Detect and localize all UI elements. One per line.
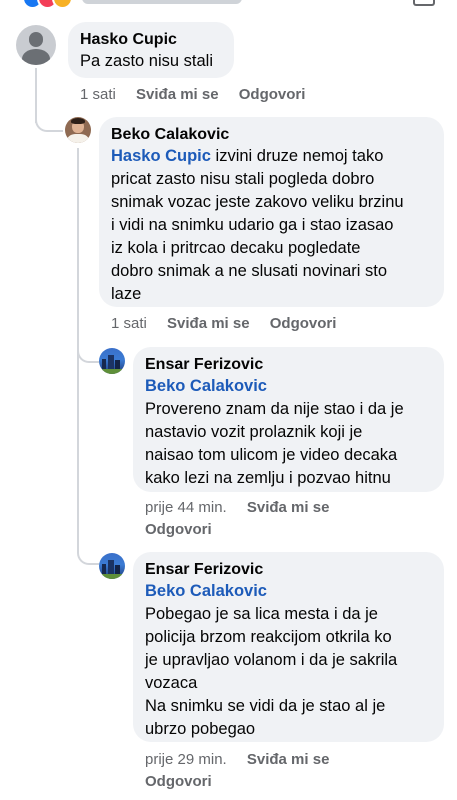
comment-line: naisao tom ulicom je video decaka xyxy=(145,446,398,464)
mention-link[interactable]: Beko Calakovic xyxy=(145,580,432,603)
reply-button[interactable]: Odgovori xyxy=(239,86,306,103)
comment-actions-row2: Odgovori xyxy=(145,771,212,793)
comment-line: ubrzo pobegao xyxy=(145,720,256,738)
comment-actions: prije 44 min. Sviđa mi se xyxy=(145,497,329,519)
comment-author[interactable]: Ensar Ferizovic xyxy=(145,354,432,375)
thread-connector-reply-1 xyxy=(35,110,63,132)
comment-time[interactable]: prije 29 min. xyxy=(145,751,227,768)
comment-author[interactable]: Beko Calakovic xyxy=(111,124,432,145)
comment-line: vozaca xyxy=(145,674,198,692)
thread-connector-reply-2 xyxy=(77,345,99,363)
comment-line: nastavio vozit prolaznik koji je xyxy=(145,423,363,441)
like-button[interactable]: Sviđa mi se xyxy=(136,86,219,103)
like-button[interactable]: Sviđa mi se xyxy=(247,751,330,768)
like-button[interactable]: Sviđa mi se xyxy=(167,315,250,332)
comment-text: Provereno znam da nije stao i da je nast… xyxy=(145,398,432,490)
reaction-haha-icon xyxy=(52,0,73,9)
city-photo-avatar[interactable] xyxy=(99,553,125,579)
mention-link[interactable]: Hasko Cupic xyxy=(111,147,211,165)
default-avatar-icon[interactable] xyxy=(16,25,56,65)
comment-time[interactable]: 1 sati xyxy=(80,86,116,103)
comment-line: izvini druze nemoj tako xyxy=(210,147,384,165)
reaction-summary xyxy=(82,0,242,4)
reaction-icons[interactable] xyxy=(22,0,73,9)
comment-line: i vidi na snimku udario ga i stao izasao xyxy=(111,216,394,234)
comment-line: pricat zasto nisu stali pogleda dobro xyxy=(111,170,375,188)
comment-bubble: Hasko Cupic Pa zasto nisu stali xyxy=(68,22,234,78)
top-reaction-bar xyxy=(0,0,457,10)
comment-line: Na snimku se vidi da je stao al je xyxy=(145,697,386,715)
comment-line: Provereno znam da nije stao i da je xyxy=(145,400,404,418)
mention-link[interactable]: Beko Calakovic xyxy=(145,375,432,398)
comment-line: je upravljao volanom i da je sakrila xyxy=(145,651,398,669)
comment-text: Hasko Cupic izvini druze nemoj tako pric… xyxy=(111,145,432,306)
comment-line: policija brzom reakcijom otkrila ko xyxy=(145,628,392,646)
profile-photo-avatar[interactable] xyxy=(65,117,91,143)
like-button[interactable]: Sviđa mi se xyxy=(247,499,330,516)
comment-line: dobro snimak a ne slusati novinari sto xyxy=(111,262,388,280)
thread-connector-reply-3 xyxy=(77,545,99,565)
comment-bubble: Ensar Ferizovic Beko Calakovic Provereno… xyxy=(133,347,444,492)
comment-line: snimak vozac jeste zakovo veliku brzinu xyxy=(111,193,404,211)
comment-time[interactable]: 1 sati xyxy=(111,315,147,332)
comment-text: Pa zasto nisu stali xyxy=(80,52,213,70)
reply-button[interactable]: Odgovori xyxy=(145,521,212,538)
comment-bubble: Beko Calakovic Hasko Cupic izvini druze … xyxy=(99,117,444,307)
comment-line: kako lezi na zemlju i pozvao hitnu xyxy=(145,469,391,487)
comment-actions-row2: Odgovori xyxy=(145,519,212,541)
city-photo-avatar[interactable] xyxy=(99,348,125,374)
comment-bubble: Ensar Ferizovic Beko Calakovic Pobegao j… xyxy=(133,552,444,742)
comment-actions: 1 sati Sviđa mi se Odgovori xyxy=(80,84,305,106)
reply-button[interactable]: Odgovori xyxy=(270,315,337,332)
comment-line: Pobegao je sa lica mesta i da je xyxy=(145,605,378,623)
comment-actions: prije 29 min. Sviđa mi se xyxy=(145,749,329,771)
comment-author[interactable]: Ensar Ferizovic xyxy=(145,559,432,580)
comment-line: laze xyxy=(111,285,142,303)
comment-actions: 1 sati Sviđa mi se Odgovori xyxy=(111,313,336,335)
comment-author[interactable]: Hasko Cupic xyxy=(80,29,222,50)
comment-time[interactable]: prije 44 min. xyxy=(145,499,227,516)
share-icon[interactable] xyxy=(413,0,435,6)
comment-text: Pobegao je sa lica mesta i da je policij… xyxy=(145,603,432,741)
comment-line: iz kola i pritrcao decaku pogledate xyxy=(111,239,361,257)
reply-button[interactable]: Odgovori xyxy=(145,773,212,790)
